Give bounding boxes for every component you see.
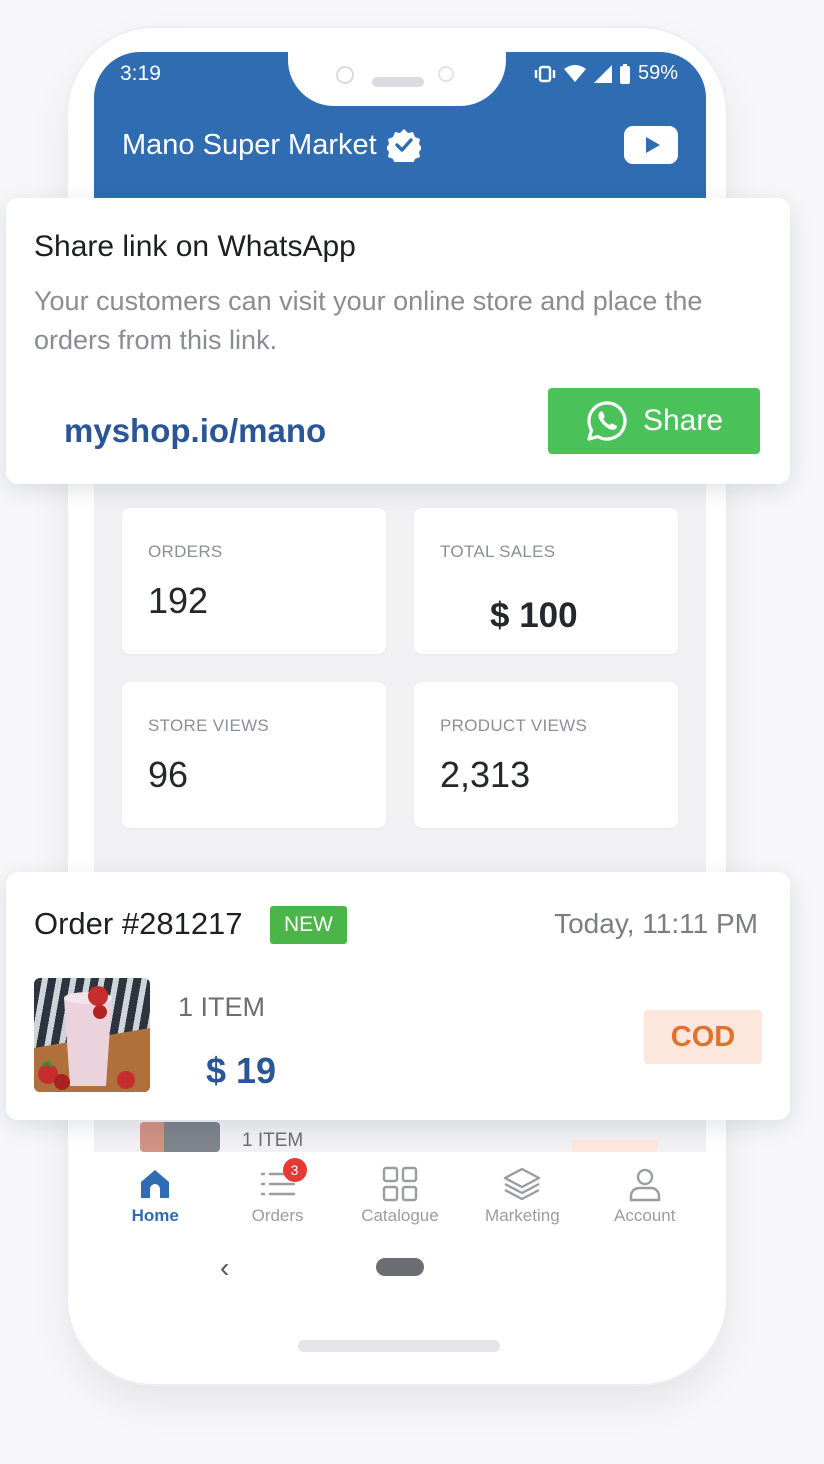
payment-method-badge: COD [644, 1010, 762, 1064]
camera-icon [336, 66, 354, 84]
home-gesture-button[interactable] [376, 1258, 424, 1276]
whatsapp-share-button[interactable]: Share [548, 388, 760, 454]
smoothie-image [34, 986, 150, 1092]
youtube-play-icon[interactable] [624, 126, 678, 164]
payment-badge [572, 1140, 658, 1152]
stat-card-product-views[interactable]: PRODUCT VIEWS 2,313 [414, 682, 678, 828]
product-thumbnail [34, 978, 150, 1092]
product-thumbnail [140, 1122, 220, 1152]
home-icon [141, 1170, 170, 1198]
battery-icon [619, 63, 630, 84]
nav-orders[interactable]: 3 Orders [217, 1152, 339, 1244]
stat-label: PRODUCT VIEWS [440, 716, 588, 735]
nav-label: Orders [251, 1206, 304, 1225]
speaker-grille [372, 77, 424, 87]
battery-level: 59% [637, 62, 678, 84]
order-timestamp: Today, 11:11 PM [554, 908, 758, 939]
nav-home[interactable]: Home [94, 1152, 216, 1244]
store-name: Mano Super Market [122, 128, 377, 161]
signal-icon [593, 64, 612, 83]
gesture-bar [298, 1340, 500, 1352]
nav-label: Catalogue [361, 1206, 439, 1225]
person-icon [629, 1168, 660, 1202]
new-order-badge: NEW [270, 906, 347, 944]
layers-icon [504, 1167, 541, 1201]
order-number: Order #281217 [34, 906, 243, 941]
order-card[interactable]: Order #281217 NEW Today, 11:11 PM 1 ITEM… [6, 872, 790, 1120]
nav-account[interactable]: Account [584, 1152, 706, 1244]
stat-card-orders[interactable]: ORDERS 192 [122, 508, 386, 654]
stat-card-total-sales[interactable]: TOTAL SALES $ 100 [414, 508, 678, 654]
nav-label: Home [131, 1206, 179, 1225]
stat-value: 2,313 [440, 754, 531, 795]
status-time: 3:19 [120, 62, 161, 85]
stat-label: TOTAL SALES [440, 542, 556, 561]
bottom-nav: Home 3 Orders Catalogue Marketing Accoun… [94, 1152, 706, 1244]
share-card-title: Share link on WhatsApp [34, 230, 356, 263]
camera-notch [288, 52, 506, 106]
stat-card-store-views[interactable]: STORE VIEWS 96 [122, 682, 386, 828]
stat-label: ORDERS [148, 542, 223, 561]
share-button-label: Share [642, 404, 724, 437]
whatsapp-icon [587, 401, 627, 441]
verified-badge-icon [386, 129, 421, 162]
store-link[interactable]: myshop.io/mano [64, 412, 326, 450]
back-chevron-icon[interactable]: ‹ [220, 1252, 229, 1284]
store-title: Mano Super Market [122, 128, 421, 162]
stat-value: $ 100 [490, 596, 578, 635]
stat-value: 96 [148, 754, 189, 795]
nav-label: Account [614, 1206, 676, 1225]
nav-label: Marketing [485, 1206, 560, 1225]
status-icons: 59% [534, 62, 678, 85]
stat-label: STORE VIEWS [148, 716, 270, 735]
orders-count-badge: 3 [282, 1158, 307, 1182]
nav-catalogue[interactable]: Catalogue [339, 1152, 461, 1244]
order-item-count: 1 ITEM [178, 992, 266, 1022]
share-card-description: Your customers can visit your online sto… [34, 286, 703, 355]
wifi-icon [563, 64, 586, 82]
order-price: $ 19 [206, 1050, 277, 1091]
nav-marketing[interactable]: Marketing [461, 1152, 583, 1244]
app-header: 3:19 59% Mano Super Market [94, 52, 706, 198]
order-item-count: 1 ITEM [242, 1130, 304, 1151]
share-link-card: Share link on WhatsApp Your customers ca… [6, 198, 790, 484]
sensor-icon [438, 66, 454, 82]
vibrate-icon [534, 65, 556, 82]
grid-icon [382, 1166, 418, 1202]
stat-value: 192 [148, 580, 209, 621]
